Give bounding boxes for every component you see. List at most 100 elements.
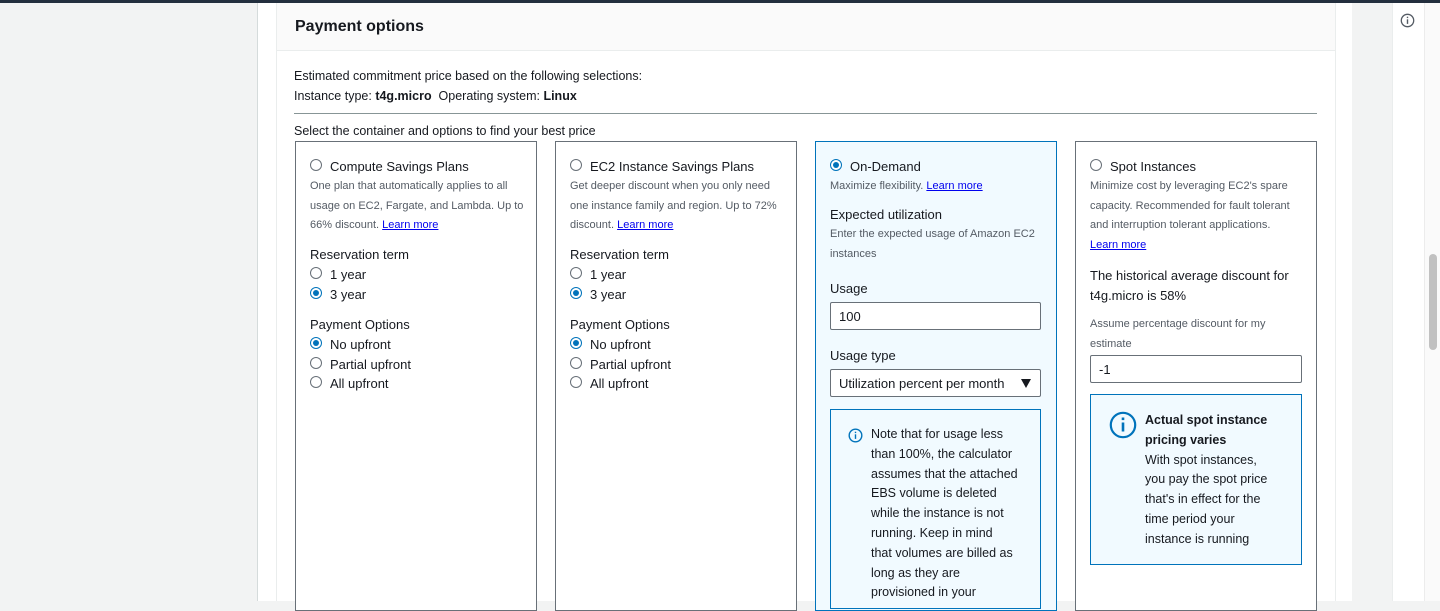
- usage-label: Usage: [830, 281, 868, 296]
- compute-term-1-year-radio[interactable]: [310, 267, 322, 279]
- description-line: capacity. Recommended for fault tolerant: [1090, 199, 1290, 212]
- description-line: one instance family and region. Up to 72…: [570, 199, 777, 212]
- note-line: that volumes are billed as: [871, 545, 1013, 560]
- partial-upfront-label[interactable]: Partial upfront: [330, 357, 411, 372]
- expected-utilization-description: Enter the expected usage of Amazon EC2 i…: [830, 225, 1050, 264]
- left-column: [0, 3, 258, 601]
- on-demand-radio[interactable]: [830, 159, 842, 171]
- help-rail: [1392, 3, 1424, 601]
- caret-down-icon: [1021, 379, 1031, 388]
- on-demand-title: On-Demand: [850, 159, 921, 174]
- description-line: Minimize cost by leveraging EC2's spare: [1090, 180, 1288, 192]
- on-demand-description: Maximize flexibility. Learn more: [830, 180, 983, 192]
- select-prompt: Select the container and options to find…: [294, 124, 596, 138]
- learn-more-link[interactable]: Learn more: [617, 219, 673, 231]
- assume-discount-label: Assume percentage discount for my estima…: [1090, 315, 1312, 354]
- panel-title: Payment options: [295, 18, 424, 35]
- ec2-instance-savings-plans-radio[interactable]: [570, 159, 582, 171]
- selection-summary: Instance type: t4g.micro Operating syste…: [294, 89, 577, 103]
- description-line: discount. Learn more: [570, 219, 674, 231]
- ec2-partial-upfront-radio[interactable]: [570, 357, 582, 369]
- expected-utilization-label: Expected utilization: [830, 207, 943, 222]
- spot-instances-description: Minimize cost by leveraging EC2's spare …: [1090, 177, 1312, 255]
- compute-partial-upfront-radio[interactable]: [310, 357, 322, 369]
- note-line: EBS volume is deleted: [871, 486, 997, 501]
- divider: [294, 113, 1317, 114]
- usage-note-text: Note that for usage less than 100%, the …: [871, 425, 1036, 603]
- ec2-no-upfront-radio[interactable]: [570, 337, 582, 349]
- compute-all-upfront-radio[interactable]: [310, 376, 322, 388]
- alert-title-line: pricing varies: [1145, 432, 1227, 447]
- learn-more-link[interactable]: Learn more: [926, 180, 982, 192]
- reservation-term-label: Reservation term: [310, 247, 409, 262]
- alert-body-line: you pay the spot price: [1145, 472, 1268, 487]
- historical-line: The historical average discount for: [1090, 268, 1289, 283]
- info-icon[interactable]: [1400, 13, 1415, 28]
- note-line: running. Keep in mind: [871, 525, 993, 540]
- term-3-year-label[interactable]: 3 year: [330, 287, 366, 302]
- ec2-all-upfront-radio[interactable]: [570, 376, 582, 388]
- no-upfront-label[interactable]: No upfront: [590, 337, 651, 352]
- alert-body-line: instance is running: [1145, 531, 1250, 546]
- payment-options-label: Payment Options: [310, 317, 410, 332]
- learn-more-link[interactable]: Learn more: [1090, 239, 1146, 251]
- learn-more-link[interactable]: Learn more: [382, 219, 438, 231]
- spot-instances-title: Spot Instances: [1110, 159, 1196, 174]
- scrollbar-thumb[interactable]: [1429, 254, 1437, 350]
- spot-discount-input[interactable]: -1: [1090, 355, 1302, 383]
- usage-input[interactable]: 100: [830, 302, 1041, 330]
- ec2-instance-savings-plans-description: Get deeper discount when you only need o…: [570, 177, 790, 236]
- compute-savings-plans-description: One plan that automatically applies to a…: [310, 177, 530, 236]
- info-icon: [1109, 411, 1137, 439]
- all-upfront-label[interactable]: All upfront: [590, 376, 649, 391]
- note-line: long as they are: [871, 565, 960, 580]
- alert-body-line: time period your: [1145, 511, 1235, 526]
- note-line: Note that for usage less: [871, 427, 1004, 441]
- estimate-description: Estimated commitment price based on the …: [294, 69, 643, 83]
- note-line: assumes that the attached: [871, 466, 1018, 481]
- historical-line: t4g.micro is 58%: [1090, 288, 1187, 303]
- note-line: provisioned in your: [871, 585, 976, 600]
- spot-alert-text: Actual spot instance pricing varies With…: [1145, 411, 1295, 550]
- description-line: instances: [830, 247, 877, 260]
- note-line: while the instance is not: [871, 506, 1004, 521]
- partial-upfront-label[interactable]: Partial upfront: [590, 357, 671, 372]
- panel-header: Payment options: [277, 3, 1335, 51]
- compute-no-upfront-radio[interactable]: [310, 337, 322, 349]
- spot-instances-radio[interactable]: [1090, 159, 1102, 171]
- note-line: than 100%, the calculator: [871, 446, 1013, 461]
- alert-title-line: Actual spot instance: [1145, 413, 1268, 427]
- ec2-instance-savings-plans-title: EC2 Instance Savings Plans: [590, 159, 755, 174]
- ec2-term-1-year-radio[interactable]: [570, 267, 582, 279]
- compute-term-3-year-radio[interactable]: [310, 287, 322, 299]
- os-label: Operating system:: [438, 89, 540, 103]
- info-icon: [848, 428, 863, 443]
- payment-options-label: Payment Options: [570, 317, 670, 332]
- alert-body-line: that's in effect for the: [1145, 492, 1261, 507]
- usage-type-value: Utilization percent per month: [839, 376, 1005, 391]
- all-upfront-label[interactable]: All upfront: [330, 376, 389, 391]
- description-line: Get deeper discount when you only need: [570, 180, 770, 192]
- description-line: One plan that automatically applies to a…: [310, 180, 508, 192]
- usage-type-label: Usage type: [830, 348, 896, 363]
- os-value: Linux: [543, 89, 577, 103]
- description-line: 66% discount. Learn more: [310, 219, 439, 231]
- usage-type-select[interactable]: Utilization percent per month: [830, 369, 1041, 397]
- term-1-year-label[interactable]: 1 year: [330, 267, 366, 282]
- no-upfront-label[interactable]: No upfront: [330, 337, 391, 352]
- term-1-year-label[interactable]: 1 year: [590, 267, 626, 282]
- compute-savings-plans-radio[interactable]: [310, 159, 322, 171]
- historical-discount-text: The historical average discount for t4g.…: [1090, 266, 1312, 306]
- term-3-year-label[interactable]: 3 year: [590, 287, 626, 302]
- reservation-term-label: Reservation term: [570, 247, 669, 262]
- alert-body-line: With spot instances,: [1145, 452, 1257, 467]
- compute-savings-plans-title: Compute Savings Plans: [330, 159, 469, 174]
- assume-line: Assume percentage discount for my: [1090, 318, 1266, 330]
- ec2-term-3-year-radio[interactable]: [570, 287, 582, 299]
- assume-line: estimate: [1090, 337, 1132, 350]
- instance-type-label: Instance type:: [294, 89, 372, 103]
- description-line: Enter the expected usage of Amazon EC2: [830, 228, 1035, 240]
- description-line: usage on EC2, Fargate, and Lambda. Up to: [310, 199, 524, 212]
- instance-type-value: t4g.micro: [375, 89, 432, 103]
- description-line: and interruption tolerant applications.: [1090, 219, 1271, 231]
